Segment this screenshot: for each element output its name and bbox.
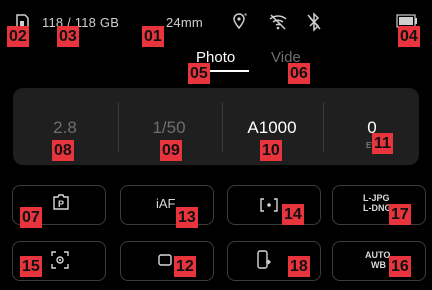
shutter-value[interactable]: 1/50 [119, 118, 219, 138]
white-balance-bottom: WB [371, 260, 386, 270]
annotation-tag-09: 09 [160, 140, 182, 161]
annotation-tag-18: 18 [288, 256, 310, 277]
camera-p-icon: P [51, 193, 71, 211]
storage-indicator: 118 / 118 GB [42, 15, 120, 30]
af-mode-label: iAF [156, 196, 176, 211]
annotation-tag-15: 15 [20, 256, 42, 277]
face-detect-icon [51, 251, 69, 269]
annotation-tag-14: 14 [282, 204, 304, 225]
annotation-tag-03: 03 [57, 26, 79, 47]
metering-spot-icon [259, 197, 279, 213]
annotation-tag-12: 12 [174, 256, 196, 277]
annotation-tag-13: 13 [176, 207, 198, 228]
aperture-value[interactable]: 2.8 [15, 118, 115, 138]
annotation-tag-04: 04 [398, 26, 420, 47]
annotation-tag-10: 10 [260, 140, 282, 161]
phone-device-icon [256, 250, 272, 270]
bluetooth-off-icon [306, 12, 322, 32]
annotation-tag-17: 17 [389, 204, 411, 225]
focal-length: 24mm [166, 15, 203, 30]
single-shot-icon [158, 254, 172, 266]
file-format-bottom: L-DNG [363, 203, 392, 213]
svg-text:P: P [58, 199, 64, 209]
annotation-tag-06: 06 [288, 63, 310, 84]
annotation-tag-01: 01 [142, 26, 164, 47]
gps-icon: * [231, 12, 251, 32]
file-format-top: L-JPG [363, 193, 390, 203]
annotation-tag-16: 16 [389, 256, 411, 277]
annotation-tag-11: 11 [372, 133, 393, 154]
annotation-tag-02: 02 [7, 26, 29, 47]
white-balance-top: AUTO [365, 250, 391, 260]
wifi-off-icon [268, 13, 288, 31]
iso-value[interactable]: A1000 [222, 118, 322, 138]
annotation-tag-05: 05 [188, 63, 210, 84]
svg-text:*: * [244, 12, 247, 21]
annotation-tag-07: 07 [20, 207, 42, 228]
annotation-tag-08: 08 [52, 140, 74, 161]
